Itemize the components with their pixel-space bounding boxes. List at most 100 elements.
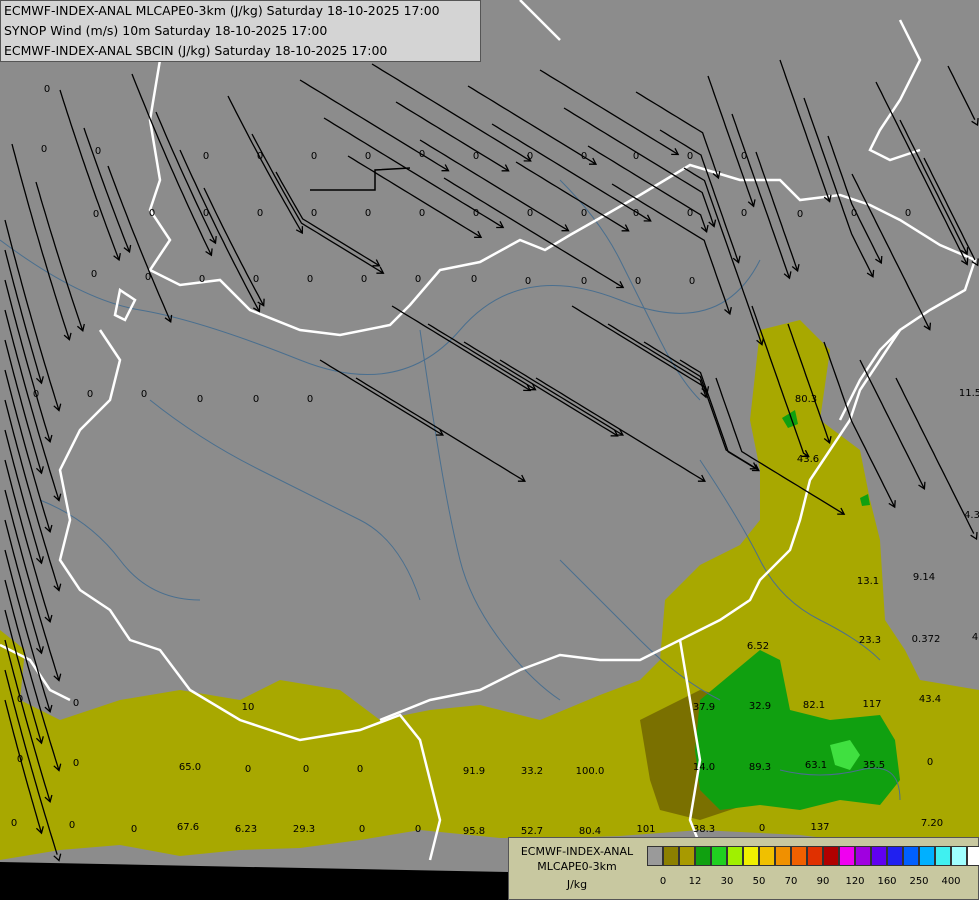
grid-value-label: 0 [580,151,588,162]
grid-value-label: 91.9 [462,766,486,777]
wind-streamline [155,111,217,244]
grid-value-label: 0 [244,764,252,775]
grid-value-label: 0 [360,274,368,285]
wind-streamline [251,133,384,274]
wind-streamline [859,359,925,490]
map-edge-band [0,862,508,900]
legend-ticks: 0 12 30 50 70 90 120 160 250 400 [647,876,979,890]
grid-value-label: 7.20 [920,818,944,829]
grid-value-label: 0 [472,208,480,219]
grid-value-label: 80.4 [578,826,602,837]
wind-streamline [499,359,624,436]
title-line-2: SYNOP Wind (m/s) 10m Saturday 18-10-2025… [4,23,328,38]
grid-value-label: 0 [740,151,748,162]
grid-value-label: 0 [86,389,94,400]
grid-value-label: 0 [358,824,366,835]
legend-swatch [951,846,967,866]
grid-value-label: 0 [202,151,210,162]
grid-value-label: 38.3 [692,824,716,835]
legend-swatch [743,846,759,866]
grid-value-label: 0 [16,754,24,765]
legend-tick-label: 30 [720,876,734,887]
wind-streamline [899,119,968,255]
wind-streamline [227,95,303,234]
wind-streamline [443,177,624,289]
legend-unit: J/kg [566,878,588,891]
legend-swatch [807,846,823,866]
grid-value-label: 117 [862,699,882,710]
legend-tick-label: 12 [688,876,702,887]
wind-streamline [59,89,120,261]
wind-streamline [947,65,976,120]
wind-streamline [391,305,531,392]
grid-value-label: 0 [418,208,426,219]
grid-value-label: 0 [72,698,80,709]
wind-streamline [803,97,874,278]
grid-value-label: 0 [526,151,534,162]
legend-swatch [871,846,887,866]
wind-streamline [491,123,652,222]
grid-value-label: 0 [686,208,694,219]
grid-value-label: 9.14 [912,572,936,583]
grid-value-label: 32.9 [748,701,772,712]
grid-value-label: 0 [202,208,210,219]
grid-value-label: 137 [810,822,830,833]
grid-value-label: 4 [971,632,979,643]
wind-streamline [463,341,618,437]
grid-value-label: 0 [632,208,640,219]
grid-value-label: 0 [92,209,100,220]
grid-value-label: 0 [130,824,138,835]
legend-tick-label: 70 [784,876,798,887]
grid-value-label: 33.2 [520,766,544,777]
grid-value-label: 35.5 [862,760,886,771]
wind-streamline [419,139,569,232]
wind-streamline [515,161,629,232]
grid-value-label: 0 [634,276,642,287]
grid-value-label: 0 [32,389,40,400]
grid-value-label: 43.6 [796,454,820,465]
legend-swatch [887,846,903,866]
color-legend: ECMWF-INDEX-ANAL MLCAPE0-3km J/kg 0 12 30 5… [508,837,979,900]
grid-value-label: 0 [524,276,532,287]
grid-value-label: 0 [364,208,372,219]
wind-streamline [679,359,760,472]
grid-value-label: 0 [94,146,102,157]
grid-value-label: 67.6 [176,822,200,833]
grid-value-label: 11.5 [958,388,979,399]
legend-tick-label: 90 [816,876,830,887]
grid-value-label: 100.0 [575,766,605,777]
legend-swatch [919,846,935,866]
legend-swatch [663,846,679,866]
legend-tick-label: 50 [752,876,766,887]
grid-value-label: 0 [686,151,694,162]
grid-value-label: 29.3 [292,824,316,835]
grid-value-label: 0 [740,208,748,219]
legend-swatch [855,846,871,866]
grid-value-label: 0 [196,394,204,405]
grid-value-label: 0 [926,757,934,768]
wind-streamline [851,173,931,330]
legend-swatch [823,846,839,866]
wind-streamline [371,63,532,162]
wind-streamline [779,59,831,202]
legend-tick-label: 160 [877,876,897,887]
grid-value-label: 0 [148,208,156,219]
wind-streamline [923,157,976,261]
grid-value-label: 0 [140,389,148,400]
grid-value-label: 37.9 [692,702,716,713]
grid-value-label: 0 [40,144,48,155]
sbcin-contour [310,167,411,191]
grid-value-label: 89.3 [748,762,772,773]
grid-value-label: 0 [688,276,696,287]
grid-value-label: 0 [758,823,766,834]
grid-value-label: 0 [68,820,76,831]
grid-value-label: 0 [302,764,310,775]
grid-value-label: 0 [256,151,264,162]
legend-swatch [935,846,951,866]
wind-streamline [683,167,763,345]
grid-value-label: 13.1 [856,576,880,587]
map-canvas [0,0,979,900]
grid-value-label: 0 [198,274,206,285]
grid-value-label: 0 [904,208,912,219]
wind-streamline [731,113,791,279]
